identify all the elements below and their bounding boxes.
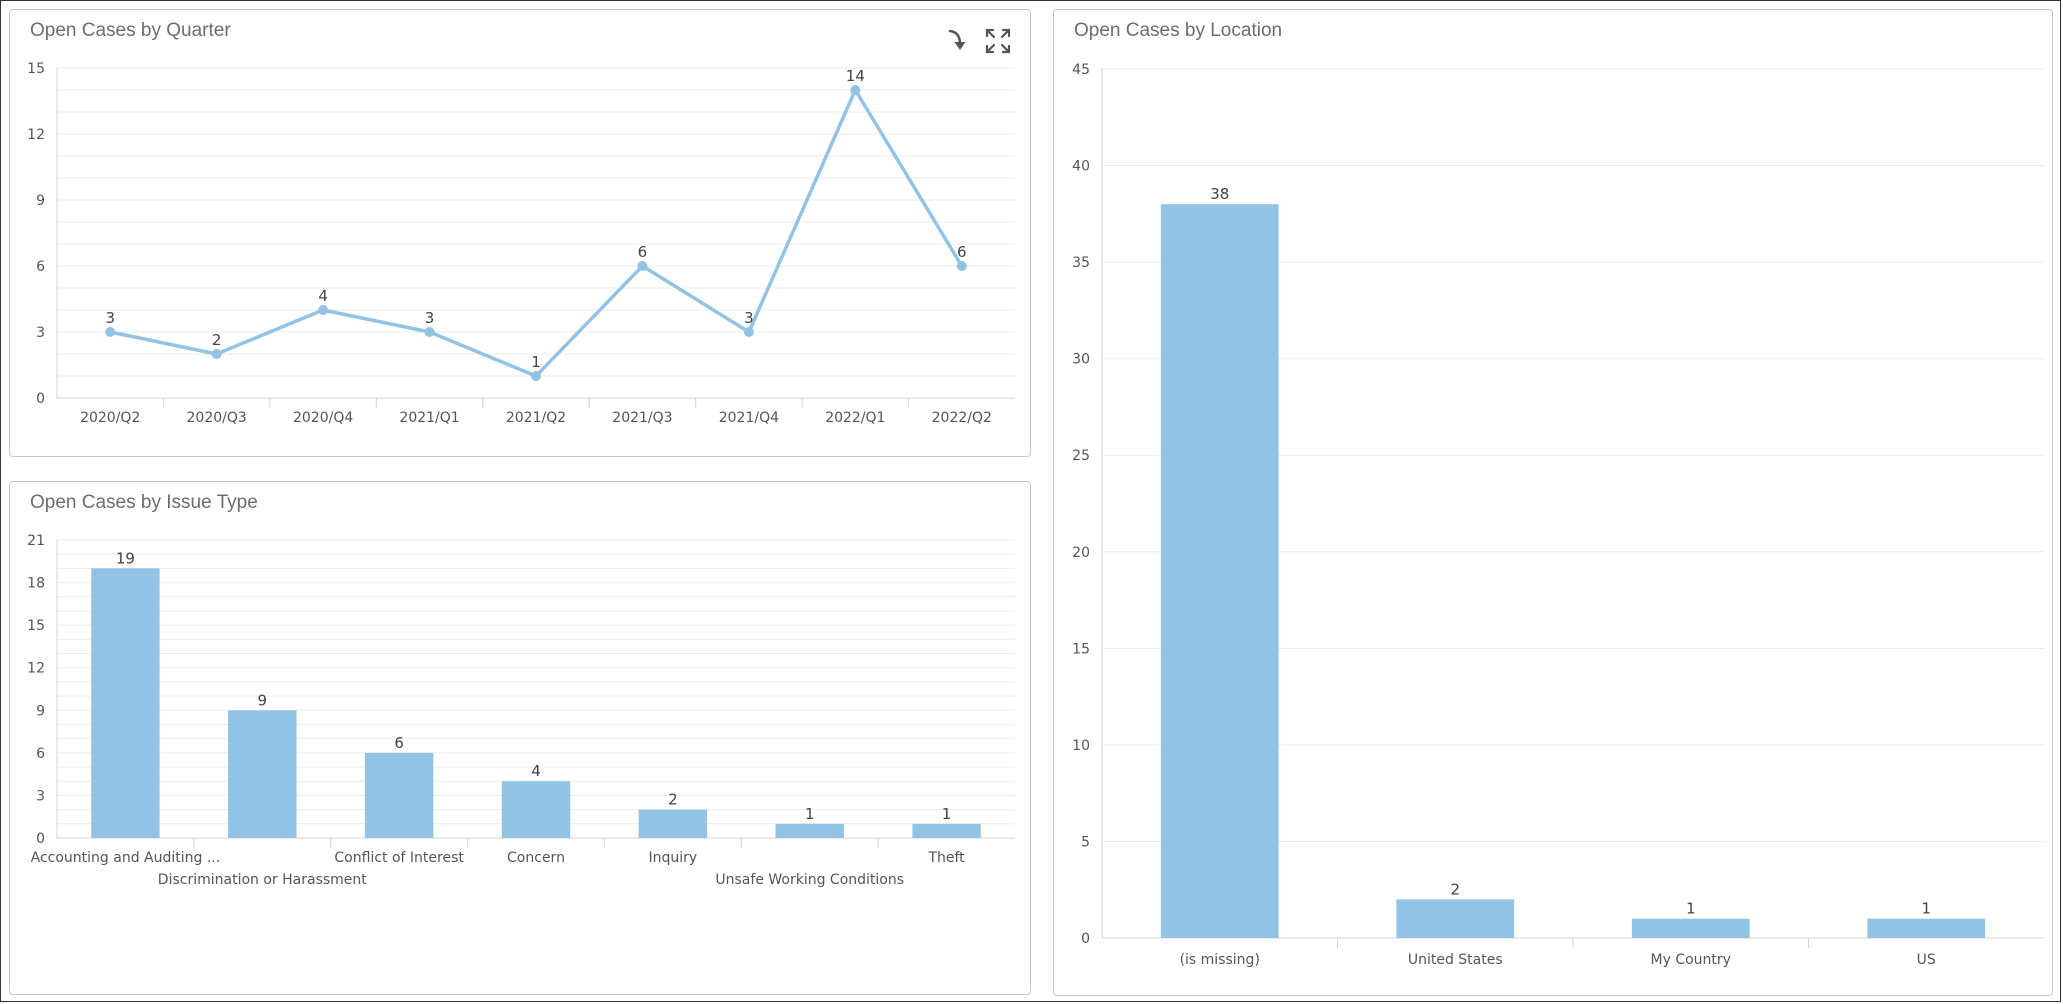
data-label: 6 xyxy=(957,243,967,261)
open-cases-by-location-title: Open Cases by Location xyxy=(1074,20,1283,41)
data-point xyxy=(743,327,754,337)
y-tick-label: 5 xyxy=(1081,834,1090,850)
x-tick-label: Discrimination or Harassment xyxy=(158,872,367,888)
y-tick-label: 18 xyxy=(27,576,45,592)
y-tick-label: 10 xyxy=(1072,738,1090,754)
x-tick-label: 2022/Q1 xyxy=(825,410,885,426)
data-label: 1 xyxy=(805,805,815,823)
data-label: 3 xyxy=(425,309,435,327)
data-label: 1 xyxy=(1921,900,1931,918)
data-point xyxy=(531,371,541,381)
bar xyxy=(638,809,708,838)
open-cases-by-issue-type-chart: 036912151821Accounting and Auditing ...D… xyxy=(27,533,1015,888)
x-tick-label: Conflict of Interest xyxy=(334,850,464,866)
x-tick-label: 2021/Q4 xyxy=(719,410,779,426)
bar xyxy=(228,710,297,838)
data-label: 14 xyxy=(846,67,865,85)
data-label: 2 xyxy=(1450,880,1460,898)
x-tick-label: My Country xyxy=(1651,952,1731,968)
data-point xyxy=(318,305,329,315)
data-label: 1 xyxy=(1686,900,1696,918)
y-tick-label: 35 xyxy=(1072,255,1090,271)
bar xyxy=(912,823,981,838)
x-tick-label: Accounting and Auditing ... xyxy=(31,850,221,866)
y-tick-label: 21 xyxy=(27,533,45,549)
x-tick-label: 2020/Q2 xyxy=(80,410,140,426)
bar xyxy=(1867,918,1986,938)
data-label: 3 xyxy=(105,309,115,327)
data-point xyxy=(424,327,435,337)
open-cases-by-quarter-title: Open Cases by Quarter xyxy=(30,20,231,41)
bar xyxy=(501,781,571,838)
expand-fullscreen-icon[interactable] xyxy=(983,26,1013,56)
x-tick-label: 2020/Q3 xyxy=(187,410,247,426)
x-tick-label: Theft xyxy=(927,850,965,866)
data-label: 4 xyxy=(318,287,328,305)
x-tick-label: 2021/Q1 xyxy=(399,410,459,426)
bar xyxy=(1631,918,1750,938)
bar xyxy=(775,823,844,838)
x-tick-label: 2021/Q3 xyxy=(612,410,672,426)
y-tick-label: 6 xyxy=(36,259,45,275)
data-point xyxy=(211,349,222,359)
data-label: 6 xyxy=(394,734,404,752)
data-label: 1 xyxy=(942,805,952,823)
data-label: 2 xyxy=(668,791,678,809)
data-label: 6 xyxy=(638,243,648,261)
bar xyxy=(91,568,160,838)
y-tick-label: 3 xyxy=(36,325,45,341)
y-tick-label: 30 xyxy=(1072,352,1090,368)
y-tick-label: 6 xyxy=(36,746,45,762)
x-tick-label: US xyxy=(1917,952,1936,968)
y-tick-label: 3 xyxy=(36,788,45,804)
data-label: 19 xyxy=(116,549,135,567)
y-tick-label: 9 xyxy=(36,193,45,209)
data-label: 3 xyxy=(744,309,754,327)
open-cases-by-issue-type-title: Open Cases by Issue Type xyxy=(30,492,258,513)
bar xyxy=(1160,204,1279,938)
x-tick-label: 2021/Q2 xyxy=(506,410,566,426)
x-tick-label: 2022/Q2 xyxy=(932,410,992,426)
y-tick-label: 40 xyxy=(1072,159,1090,175)
bar xyxy=(364,752,434,838)
drill-down-arrow-icon[interactable] xyxy=(941,26,971,56)
y-tick-label: 0 xyxy=(36,391,45,407)
y-tick-label: 0 xyxy=(36,831,45,847)
x-tick-label: 2020/Q4 xyxy=(293,410,353,426)
data-label: 38 xyxy=(1210,185,1229,203)
x-tick-label: (is missing) xyxy=(1180,952,1260,968)
bar xyxy=(1396,899,1515,938)
data-label: 4 xyxy=(531,762,541,780)
y-tick-label: 0 xyxy=(1081,931,1090,947)
data-point xyxy=(956,261,967,271)
y-tick-label: 20 xyxy=(1072,545,1090,561)
data-label: 1 xyxy=(531,353,541,371)
open-cases-by-location-chart: 0 5 10 15 20 25 30 35 40 45 (is missing) United Sta… xyxy=(1072,62,2044,968)
y-tick-label: 12 xyxy=(27,127,45,143)
open-cases-by-location-panel: 0 5 10 15 20 25 30 35 40 45 (is missing) United Sta… xyxy=(1053,9,2053,996)
y-tick-label: 15 xyxy=(27,618,45,634)
y-tick-label: 25 xyxy=(1072,448,1090,464)
data-point xyxy=(850,85,861,95)
y-tick-label: 15 xyxy=(27,61,45,77)
x-tick-label: United States xyxy=(1408,952,1503,968)
series-line xyxy=(109,88,964,378)
x-tick-label: Unsafe Working Conditions xyxy=(715,872,904,888)
data-point xyxy=(105,327,116,337)
y-tick-label: 15 xyxy=(1072,641,1090,657)
x-tick-label: Inquiry xyxy=(649,850,698,866)
open-cases-by-quarter-chart: 036912152020/Q2 2020/Q3 2020/Q4 2021/Q1 2021… xyxy=(27,61,1015,426)
data-label: 2 xyxy=(212,331,222,349)
y-tick-label: 9 xyxy=(36,703,45,719)
data-point xyxy=(637,261,648,271)
x-tick-label: Concern xyxy=(507,850,565,866)
open-cases-by-issue-type-panel: 0 3 6 9 12 15 18 21 Accounting and Auditing ... D… xyxy=(9,481,1031,995)
y-tick-label: 45 xyxy=(1072,62,1090,78)
y-tick-label: 12 xyxy=(27,661,45,677)
data-label: 9 xyxy=(258,691,268,709)
open-cases-by-quarter-panel: 0 3 6 9 12 15 2020/Q2 2020/Q3 2020/Q4 2021/Q1 2021… xyxy=(9,9,1031,457)
